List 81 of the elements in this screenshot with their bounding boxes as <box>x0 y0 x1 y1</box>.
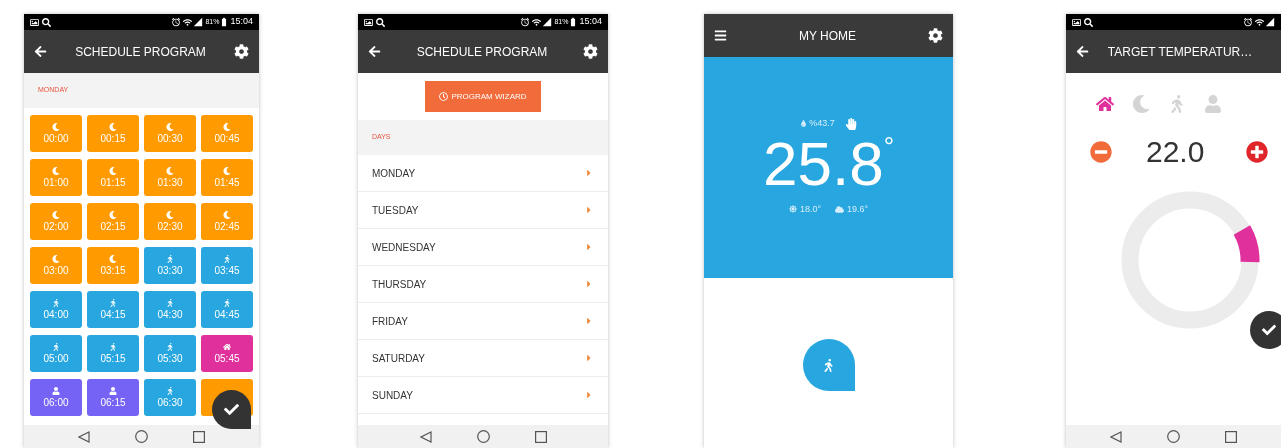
slot-time: 01:00 <box>43 176 69 189</box>
slot-time: 03:30 <box>157 264 183 277</box>
slot-time: 00:30 <box>157 132 183 145</box>
time-slot[interactable]: 00:30 <box>144 115 196 152</box>
day-row[interactable]: TUESDAY <box>358 192 608 229</box>
slot-time: 02:00 <box>43 220 69 233</box>
secondary-temperature: 19.6° <box>847 202 869 216</box>
day-label: MONDAY <box>372 166 417 181</box>
day-label: WEDNESDAY <box>372 240 437 255</box>
screen-title: SCHEDULE PROGRAM <box>415 43 549 61</box>
day-label: SUNDAY <box>372 388 414 403</box>
time-slot[interactable]: 01:15 <box>87 159 139 196</box>
slot-time: 04:00 <box>43 308 69 321</box>
slot-time: 01:15 <box>100 176 126 189</box>
clock-time: 15:04 <box>579 15 602 29</box>
slot-time: 02:15 <box>100 220 126 233</box>
time-slot[interactable]: 02:30 <box>144 203 196 240</box>
slot-time: 03:15 <box>100 264 126 277</box>
time-slot[interactable]: 00:15 <box>87 115 139 152</box>
target-value: 22.0 <box>1146 134 1205 170</box>
day-label: SATURDAY <box>372 351 426 366</box>
screen-title: MY HOME <box>797 27 858 45</box>
time-slot[interactable]: 03:15 <box>87 247 139 284</box>
time-slot[interactable]: 04:45 <box>201 291 253 328</box>
time-slot[interactable]: 06:30 <box>144 379 196 416</box>
time-slot[interactable]: 00:45 <box>201 115 253 152</box>
slot-time: 01:45 <box>214 176 240 189</box>
degree-sign: ° <box>883 130 895 161</box>
slot-time: 00:00 <box>43 132 69 145</box>
slot-time: 06:15 <box>100 396 126 409</box>
time-slot[interactable]: 06:15 <box>87 379 139 416</box>
slot-time: 02:30 <box>157 220 183 233</box>
outdoor-temperature: 18.0° <box>799 202 821 216</box>
day-row[interactable]: FRIDAY <box>358 303 608 340</box>
time-slot[interactable]: 04:15 <box>87 291 139 328</box>
slot-time: 00:45 <box>214 132 240 145</box>
slot-time: 03:00 <box>43 264 69 277</box>
time-slot[interactable]: 03:00 <box>30 247 82 284</box>
slot-time: 02:45 <box>214 220 240 233</box>
time-slot[interactable]: 02:15 <box>87 203 139 240</box>
slot-time: 04:30 <box>157 308 183 321</box>
slot-time: 01:30 <box>157 176 183 189</box>
slot-time: 05:45 <box>214 352 240 365</box>
day-row[interactable]: THURSDAY <box>358 266 608 303</box>
slot-time: 04:15 <box>100 308 126 321</box>
slot-time: 05:00 <box>43 352 69 365</box>
clock-time: 15:04 <box>230 15 253 29</box>
screen-title: SCHEDULE PROGRAM <box>74 43 207 61</box>
time-slot[interactable]: 05:00 <box>30 335 82 372</box>
current-temperature: 25.8 <box>762 130 884 197</box>
time-slot[interactable]: 05:45 <box>201 335 253 372</box>
time-slot[interactable]: 00:00 <box>30 115 82 152</box>
time-slot[interactable]: 02:45 <box>201 203 253 240</box>
day-label: FRIDAY <box>372 314 409 329</box>
time-slot[interactable]: 04:00 <box>30 291 82 328</box>
time-slot[interactable]: 03:30 <box>144 247 196 284</box>
day-row[interactable]: WEDNESDAY <box>358 229 608 266</box>
time-slot[interactable]: 01:30 <box>144 159 196 196</box>
time-slot[interactable]: 05:30 <box>144 335 196 372</box>
slot-time: 04:45 <box>214 308 240 321</box>
time-slot[interactable]: 02:00 <box>30 203 82 240</box>
day-row[interactable]: MONDAY <box>358 155 608 192</box>
time-slot[interactable]: 06:00 <box>30 379 82 416</box>
day-row[interactable]: SUNDAY <box>358 377 608 414</box>
time-slot[interactable]: 03:45 <box>201 247 253 284</box>
slot-time: 03:45 <box>214 264 240 277</box>
day-label: TUESDAY <box>372 203 420 218</box>
slot-time: 06:30 <box>157 396 183 409</box>
slot-time: 00:15 <box>100 132 126 145</box>
time-slot[interactable]: 01:45 <box>201 159 253 196</box>
time-slot[interactable]: 04:30 <box>144 291 196 328</box>
screen-title: TARGET TEMPERATUR… <box>1106 43 1254 61</box>
day-row[interactable]: SATURDAY <box>358 340 608 377</box>
time-slot[interactable]: 05:15 <box>87 335 139 372</box>
slot-time: 05:30 <box>157 352 183 365</box>
time-slot[interactable]: 01:00 <box>30 159 82 196</box>
slot-time: 05:15 <box>100 352 126 365</box>
slot-time: 06:00 <box>43 396 69 409</box>
humidity-value: %43.7 <box>809 117 835 130</box>
wizard-button[interactable]: PROGRAM WIZARD <box>425 81 541 112</box>
day-label: THURSDAY <box>372 277 428 292</box>
